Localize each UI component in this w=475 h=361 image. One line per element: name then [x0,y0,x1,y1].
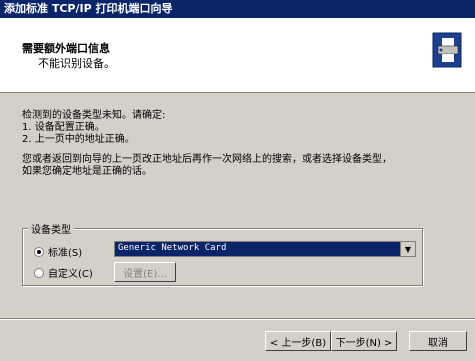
body-line-4: 您或者返回到向导的上一页改正地址后再作一次网络上的搜索，或者选择设备类型， [22,154,392,165]
settings-button[interactable]: 设置(E)... [114,262,176,282]
standard-radio-row[interactable]: 标准(S) [34,244,82,259]
next-button[interactable]: 下一步(N) > [331,331,397,351]
header-title: 需要额外端口信息 [22,42,110,55]
custom-label: 自定义(C) [48,269,93,280]
standard-radio[interactable] [34,246,44,257]
chevron-down-icon[interactable]: ▼ [400,242,415,256]
custom-radio[interactable] [34,267,44,278]
dialog-window: { "window": { "title": "添加标准 TCP/IP 打印机端… [0,0,475,361]
body-line-3: 2. 上一页中的地址正确。 [22,134,135,145]
standard-label: 标准(S) [48,248,83,259]
title-bar: 添加标准 TCP/IP 打印机端口向导 [0,0,475,18]
body-line-5: 如果您确定地址是正确的话。 [22,166,152,177]
header-subtitle: 不能识别设备。 [38,57,115,70]
printer-network-icon [432,32,462,68]
body-line-2: 1. 设备配置正确。 [22,122,105,133]
cancel-button[interactable]: 取消 [409,331,467,351]
wizard-header: 需要额外端口信息 不能识别设备。 [0,18,475,93]
back-button[interactable]: < 上一步(B) [265,331,331,351]
device-type-label: 设备类型 [28,221,74,236]
device-type-select[interactable]: Generic Network Card ▼ [114,241,416,257]
body-line-1: 检测到的设备类型未知。请确定: [22,110,166,121]
footer-separator [0,318,475,320]
custom-radio-row[interactable]: 自定义(C) [34,265,93,280]
device-type-value: Generic Network Card [118,243,227,253]
